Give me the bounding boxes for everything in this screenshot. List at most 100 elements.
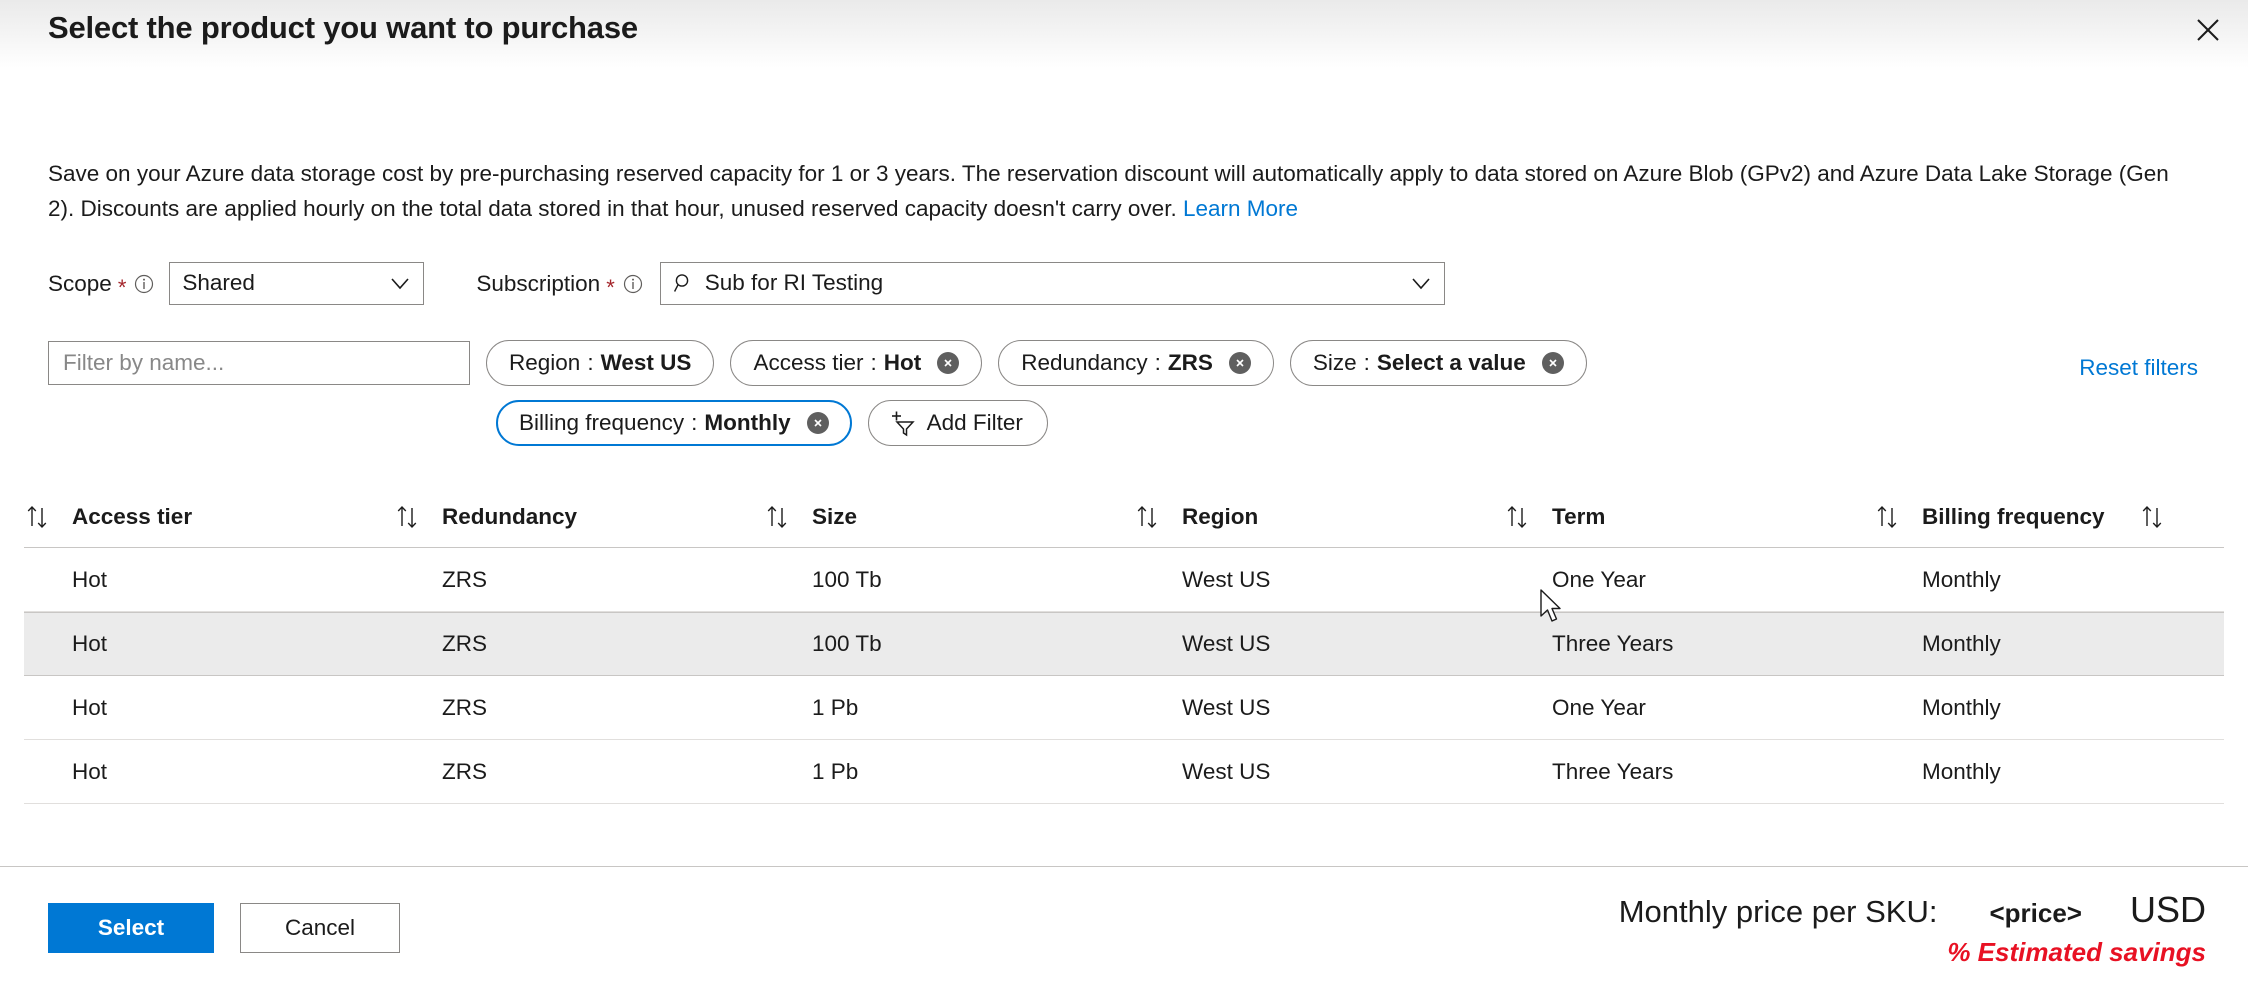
select-button[interactable]: Select — [48, 903, 214, 953]
cell-redundancy: ZRS — [394, 631, 764, 657]
blade-footer: Select Cancel Monthly price per SKU: <pr… — [0, 866, 2248, 1002]
purchase-product-blade: Select the product you want to purchase … — [0, 0, 2248, 1002]
reset-filters-link[interactable]: Reset filters — [2079, 355, 2198, 381]
close-button[interactable] — [2182, 4, 2234, 56]
cell-access-tier: Hot — [24, 759, 394, 785]
column-header-label: Access tier — [72, 504, 192, 530]
column-header-billing-frequency[interactable]: Billing frequency — [1874, 503, 2204, 531]
sort-updown-icon[interactable] — [24, 503, 58, 531]
filter-line-2: Billing frequency : Monthly — [48, 400, 2198, 446]
subscription-label-group: Subscription * — [476, 270, 643, 297]
filter-chip-value: Select a value — [1377, 350, 1526, 376]
price-label: Monthly price per SKU: — [1619, 894, 1938, 930]
sort-updown-icon[interactable] — [394, 503, 428, 531]
subscription-value: Sub for RI Testing — [705, 270, 1408, 296]
cell-billing-frequency: Monthly — [1874, 567, 2204, 593]
table-row[interactable]: Hot ZRS 1 Pb West US Three Years Monthly — [24, 740, 2224, 804]
cell-redundancy: ZRS — [394, 695, 764, 721]
filter-line-1: Region : West US Access tier : Hot — [48, 340, 2198, 386]
price-value: <price> — [1989, 898, 2082, 929]
sort-updown-icon[interactable] — [764, 503, 798, 531]
remove-filter-icon[interactable] — [937, 352, 959, 374]
chevron-down-icon — [387, 270, 413, 296]
add-filter-label: Add Filter — [927, 410, 1023, 436]
cancel-button[interactable]: Cancel — [240, 903, 400, 953]
subscription-label: Subscription — [476, 271, 600, 297]
price-line: Monthly price per SKU: <price> USD — [1619, 889, 2206, 931]
column-header-redundancy[interactable]: Redundancy — [394, 503, 764, 531]
cell-region: West US — [1134, 631, 1504, 657]
cell-term: Three Years — [1504, 759, 1874, 785]
cell-size: 1 Pb — [764, 759, 1134, 785]
description-text: Save on your Azure data storage cost by … — [48, 156, 2186, 226]
column-header-access-tier[interactable]: Access tier — [24, 503, 394, 531]
filter-chip-value: ZRS — [1168, 350, 1213, 376]
cell-term: One Year — [1504, 567, 1874, 593]
scope-label-group: Scope * — [48, 270, 155, 297]
filter-chip-size[interactable]: Size : Select a value — [1290, 340, 1587, 386]
name-filter-input[interactable] — [48, 341, 470, 385]
scope-required-marker: * — [118, 277, 127, 299]
learn-more-link[interactable]: Learn More — [1183, 196, 1298, 221]
column-header-label: Redundancy — [442, 504, 577, 530]
filter-chip-key: Region — [509, 350, 580, 376]
filter-chip-separator: : — [587, 350, 593, 376]
cell-billing-frequency: Monthly — [1874, 695, 2204, 721]
filter-chip-value: Hot — [884, 350, 922, 376]
description-body: Save on your Azure data storage cost by … — [48, 161, 2169, 221]
info-icon[interactable] — [622, 273, 644, 295]
table-row[interactable]: Hot ZRS 100 Tb West US One Year Monthly — [24, 548, 2224, 612]
sort-updown-icon[interactable] — [2139, 503, 2173, 531]
scope-subscription-row: Scope * Shared — [48, 260, 1445, 306]
blade-header: Select the product you want to purchase — [0, 0, 2248, 68]
filter-chip-key: Size — [1313, 350, 1357, 376]
cell-redundancy: ZRS — [394, 759, 764, 785]
blade-body: Save on your Azure data storage cost by … — [0, 68, 2248, 866]
filter-chip-access-tier[interactable]: Access tier : Hot — [730, 340, 982, 386]
filter-chip-region[interactable]: Region : West US — [486, 340, 714, 386]
sort-updown-icon[interactable] — [1504, 503, 1538, 531]
filter-chip-key: Billing frequency — [519, 410, 684, 436]
table-row[interactable]: Hot ZRS 100 Tb West US Three Years Month… — [24, 612, 2224, 676]
filter-chip-separator: : — [870, 350, 876, 376]
cell-term: One Year — [1504, 695, 1874, 721]
filter-chip-separator: : — [1364, 350, 1370, 376]
table-header-row: Access tier Redundancy — [24, 486, 2224, 548]
subscription-required-marker: * — [606, 277, 615, 299]
sort-updown-icon[interactable] — [1134, 503, 1168, 531]
column-header-term[interactable]: Term — [1504, 503, 1874, 531]
price-summary: Monthly price per SKU: <price> USD % Est… — [1619, 889, 2206, 968]
info-icon[interactable] — [133, 273, 155, 295]
cell-billing-frequency: Monthly — [1874, 631, 2204, 657]
remove-filter-icon[interactable] — [807, 412, 829, 434]
scope-value: Shared — [182, 270, 387, 296]
estimated-savings: % Estimated savings — [1619, 937, 2206, 968]
cell-size: 1 Pb — [764, 695, 1134, 721]
cell-size: 100 Tb — [764, 631, 1134, 657]
cell-redundancy: ZRS — [394, 567, 764, 593]
filter-chip-key: Access tier — [753, 350, 863, 376]
sort-updown-icon[interactable] — [1874, 503, 1908, 531]
add-filter-icon — [887, 408, 917, 438]
remove-filter-icon[interactable] — [1542, 352, 1564, 374]
close-icon — [2195, 17, 2221, 43]
scope-dropdown[interactable]: Shared — [169, 262, 424, 305]
filter-chip-key: Redundancy — [1021, 350, 1147, 376]
column-header-label: Size — [812, 504, 857, 530]
price-currency: USD — [2130, 889, 2206, 931]
cell-term: Three Years — [1504, 631, 1874, 657]
filter-chip-billing-frequency[interactable]: Billing frequency : Monthly — [496, 400, 852, 446]
column-header-region[interactable]: Region — [1134, 503, 1504, 531]
filter-chip-separator: : — [691, 410, 697, 436]
remove-filter-icon[interactable] — [1229, 352, 1251, 374]
filter-chip-value: Monthly — [704, 410, 790, 436]
cell-size: 100 Tb — [764, 567, 1134, 593]
cell-access-tier: Hot — [24, 631, 394, 657]
subscription-dropdown[interactable]: Sub for RI Testing — [660, 262, 1445, 305]
add-filter-button[interactable]: Add Filter — [868, 400, 1048, 446]
column-header-label: Term — [1552, 504, 1605, 530]
cell-region: West US — [1134, 759, 1504, 785]
filter-chip-redundancy[interactable]: Redundancy : ZRS — [998, 340, 1274, 386]
column-header-size[interactable]: Size — [764, 503, 1134, 531]
table-row[interactable]: Hot ZRS 1 Pb West US One Year Monthly — [24, 676, 2224, 740]
